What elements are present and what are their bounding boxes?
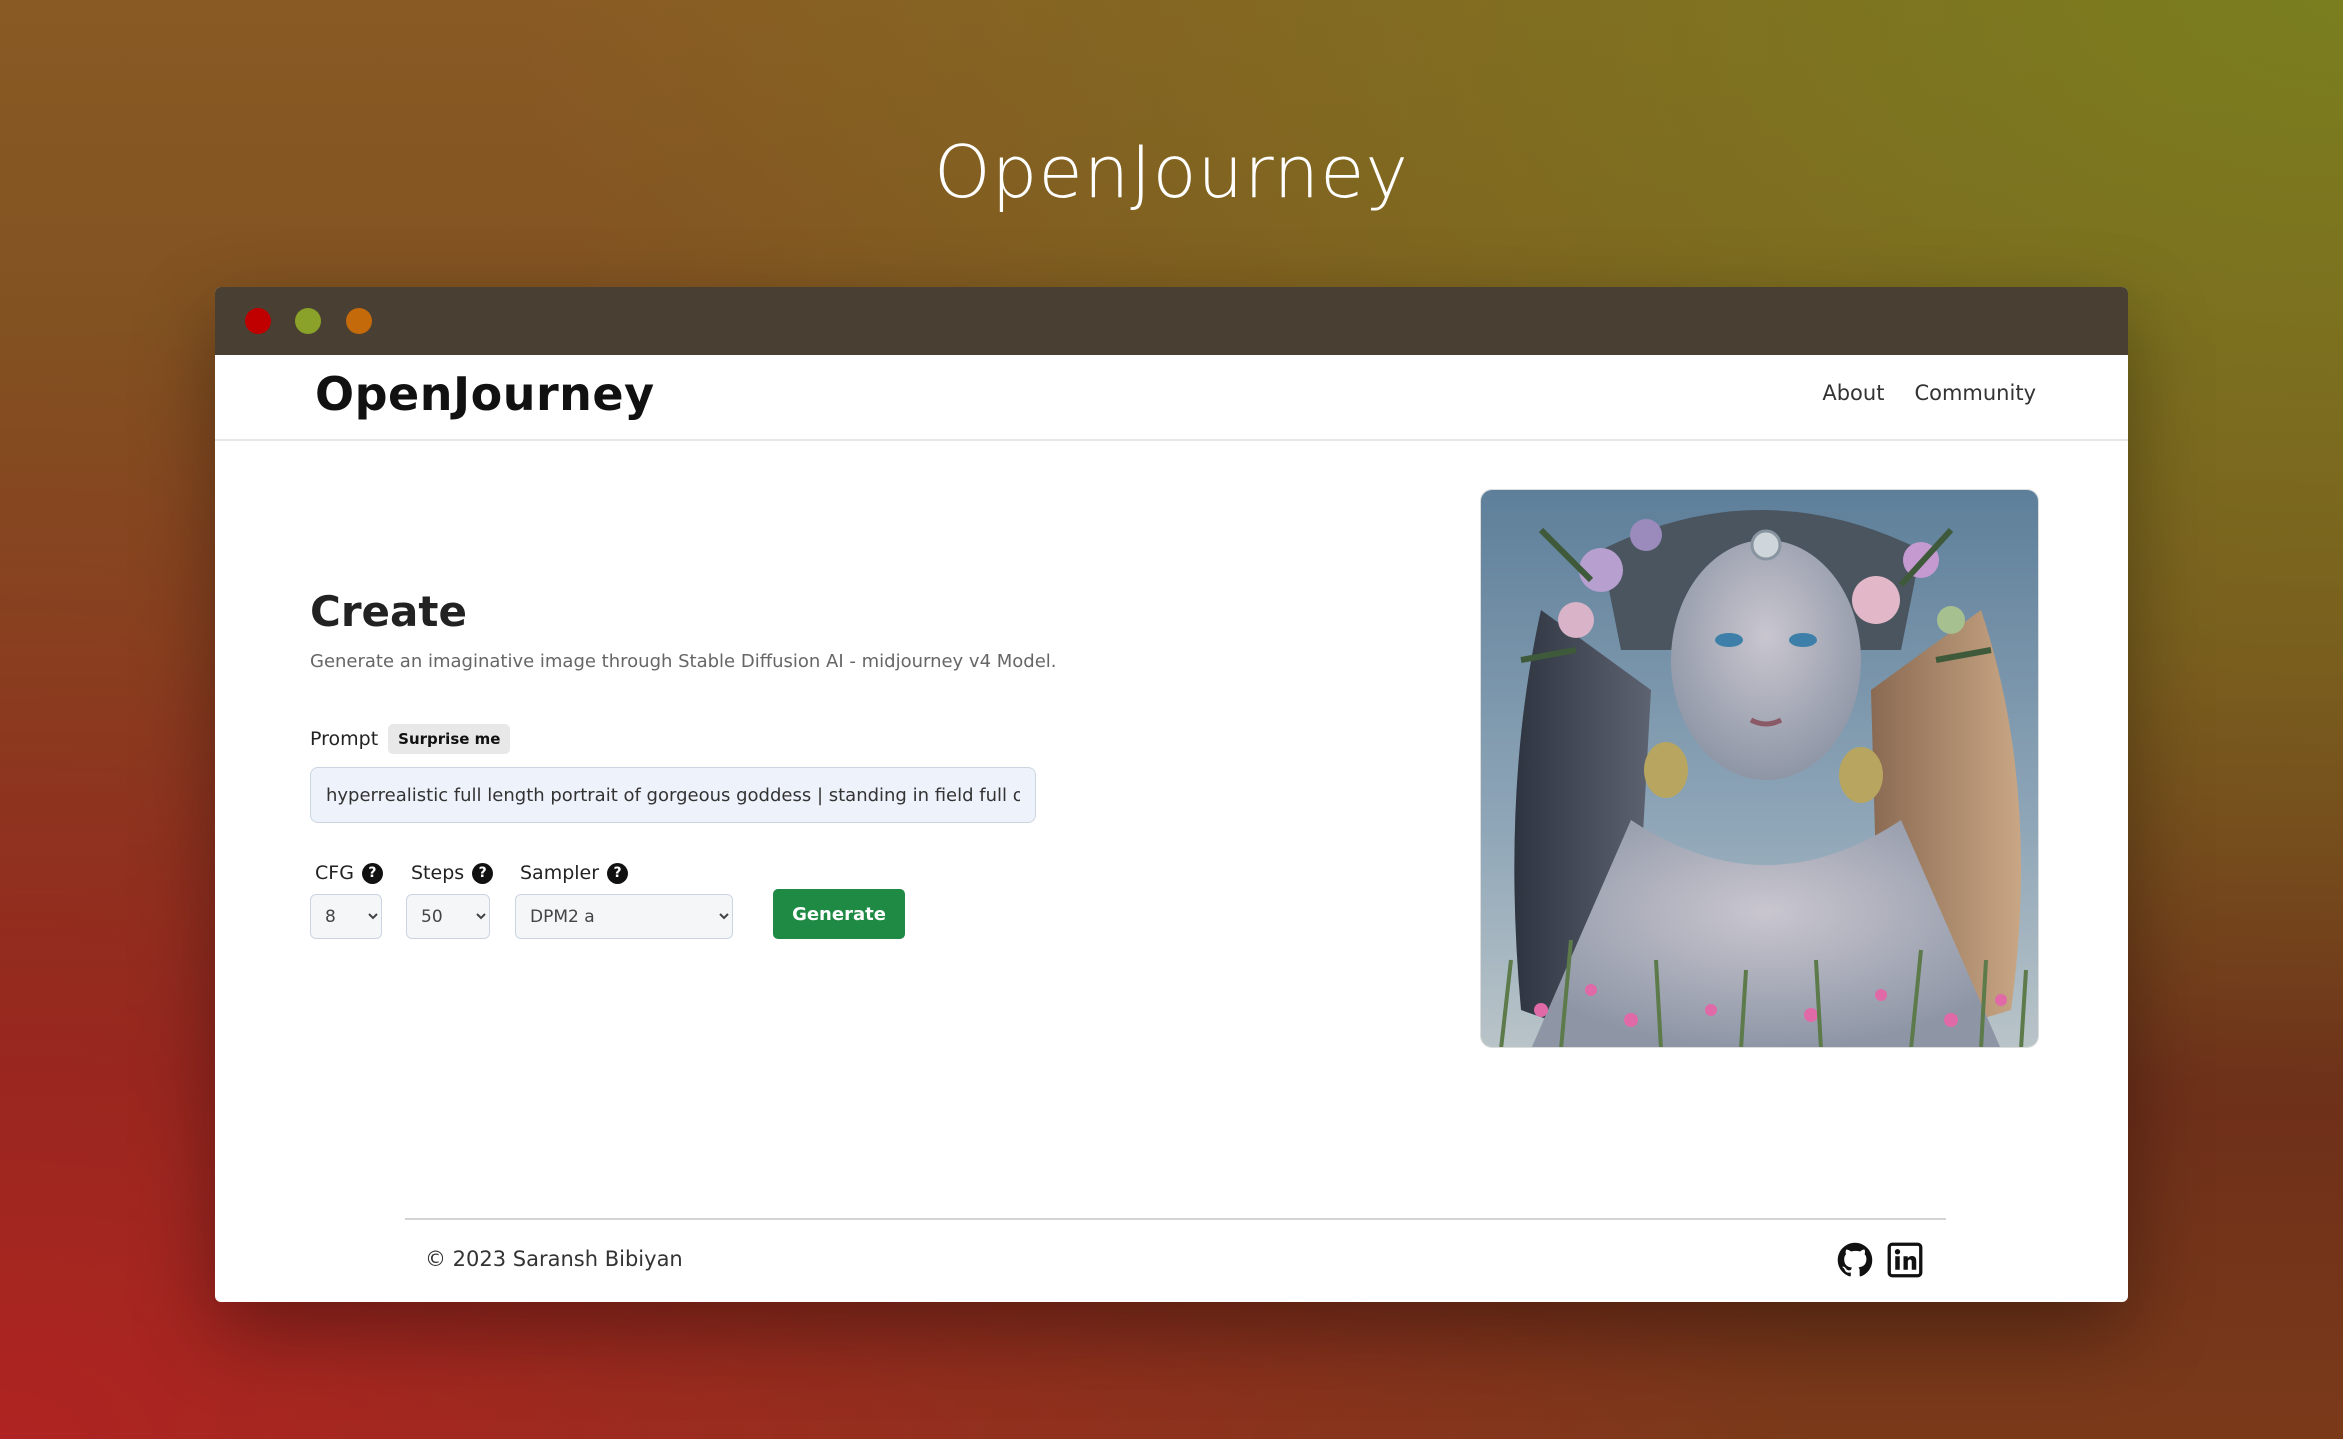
browser-window: OpenJourney About Community Create Gener… xyxy=(215,287,2128,1302)
steps-label-row: Steps ? xyxy=(411,862,494,884)
steps-select[interactable]: 50 xyxy=(406,894,490,939)
maximize-window-dot[interactable] xyxy=(346,308,372,334)
prompt-label-row: Prompt Surprise me xyxy=(310,724,511,754)
sampler-label-row: Sampler ? xyxy=(520,862,733,884)
minimize-window-dot[interactable] xyxy=(295,308,321,334)
github-icon[interactable] xyxy=(1837,1242,1873,1278)
help-icon[interactable]: ? xyxy=(361,862,383,884)
steps-field: Steps ? 50 xyxy=(406,862,494,939)
cfg-label: CFG xyxy=(315,862,354,884)
prompt-input[interactable] xyxy=(310,767,1036,823)
generate-button[interactable]: Generate xyxy=(773,889,905,939)
nav-links: About Community xyxy=(1822,381,2036,405)
help-icon[interactable]: ? xyxy=(472,862,494,884)
steps-label: Steps xyxy=(411,862,465,884)
nav-link-community[interactable]: Community xyxy=(1914,381,2036,405)
brand-logo[interactable]: OpenJourney xyxy=(315,367,655,421)
cfg-label-row: CFG ? xyxy=(315,862,383,884)
help-icon[interactable]: ? xyxy=(607,862,629,884)
footer-divider xyxy=(405,1218,1946,1220)
sampler-field: Sampler ? DPM2 a xyxy=(515,862,733,939)
page-title: Create xyxy=(310,587,467,636)
cfg-field: CFG ? 8 xyxy=(310,862,383,939)
prompt-label: Prompt xyxy=(310,728,379,750)
generated-image-preview xyxy=(1480,489,2039,1048)
social-links xyxy=(1837,1242,1923,1278)
page-subtitle: Generate an imaginative image through St… xyxy=(310,651,1057,672)
window-titlebar xyxy=(215,287,2128,355)
navbar: OpenJourney About Community xyxy=(215,355,2128,441)
hero-title: OpenJourney xyxy=(933,130,1410,214)
sampler-label: Sampler xyxy=(520,862,600,884)
footer-copyright: © 2023 Saransh Bibiyan xyxy=(425,1247,683,1271)
surprise-me-button[interactable]: Surprise me xyxy=(388,724,511,754)
cfg-select[interactable]: 8 xyxy=(310,894,382,939)
close-window-dot[interactable] xyxy=(245,308,271,334)
linkedin-icon[interactable] xyxy=(1887,1242,1923,1278)
nav-link-about[interactable]: About xyxy=(1822,381,1884,405)
sampler-select[interactable]: DPM2 a xyxy=(515,894,733,939)
